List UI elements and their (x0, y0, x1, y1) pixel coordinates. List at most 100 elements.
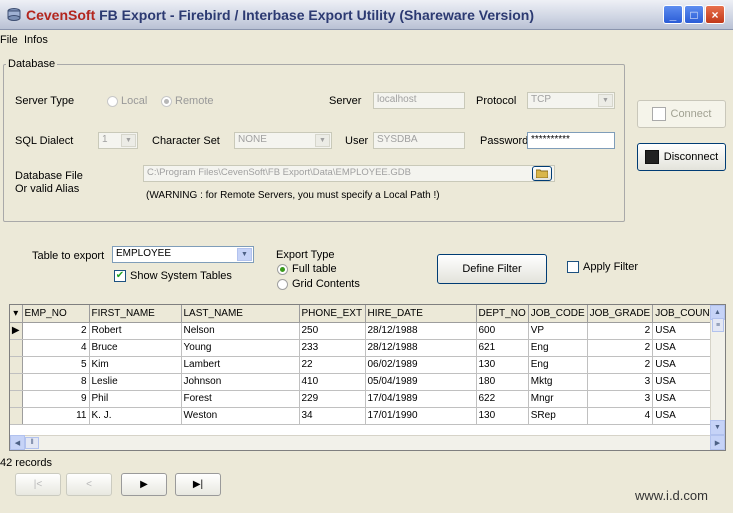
table-cell[interactable]: USA (652, 407, 717, 425)
menu-infos[interactable]: Infos (24, 34, 48, 46)
table-cell[interactable]: 4 (22, 339, 90, 357)
column-menu-icon[interactable]: ▾ (10, 305, 23, 323)
table-row[interactable]: 5 Kim Lambert 22 06/02/1989 130 Eng 2 USA (10, 356, 717, 374)
table-cell[interactable]: USA (652, 390, 717, 408)
table-cell[interactable]: USA (652, 339, 717, 357)
table-cell[interactable]: 8 (22, 373, 90, 391)
charset-select[interactable]: NONE ▼ (234, 132, 332, 149)
row-indicator[interactable] (10, 407, 23, 425)
table-cell[interactable]: 130 (476, 356, 529, 374)
table-row[interactable]: 8 Leslie Johnson 410 05/04/1989 180 Mktg 3 USA (10, 373, 717, 391)
column-header[interactable]: PHONE_EXT (299, 305, 366, 323)
column-header[interactable]: JOB_COUN (652, 305, 717, 323)
apply-filter-checkbox[interactable] (567, 261, 579, 273)
table-row[interactable]: 9 Phil Forest 229 17/04/1989 622 Mngr 3 USA (10, 390, 717, 408)
connect-button[interactable]: Connect (637, 100, 726, 128)
table-cell[interactable]: 9 (22, 390, 90, 408)
row-indicator[interactable]: ▶ (10, 322, 23, 340)
table-cell[interactable]: 229 (299, 390, 366, 408)
table-cell[interactable]: 5 (22, 356, 90, 374)
table-row[interactable]: 11 K. J. Weston 34 17/01/1990 130 SRep 4 USA (10, 407, 717, 425)
table-cell[interactable]: K. J. (89, 407, 182, 425)
horizontal-scrollbar[interactable]: ◀ ⦀ ▶ (10, 435, 725, 450)
table-cell[interactable]: Mngr (528, 390, 588, 408)
table-cell[interactable]: Leslie (89, 373, 182, 391)
table-row[interactable]: 4 Bruce Young 233 28/12/1988 621 Eng 2 USA (10, 339, 717, 357)
local-radio[interactable] (107, 96, 118, 107)
table-cell[interactable]: 2 (587, 322, 654, 340)
table-cell[interactable]: 34 (299, 407, 366, 425)
table-cell[interactable]: 11 (22, 407, 90, 425)
column-header[interactable]: EMP_NO (22, 305, 90, 323)
password-input[interactable]: ********** (527, 132, 615, 149)
minimize-button[interactable]: _ (663, 5, 683, 24)
define-filter-button[interactable]: Define Filter (437, 254, 547, 284)
table-cell[interactable]: Mktg (528, 373, 588, 391)
table-cell[interactable]: Kim (89, 356, 182, 374)
table-cell[interactable]: SRep (528, 407, 588, 425)
table-cell[interactable]: Lambert (181, 356, 300, 374)
row-indicator[interactable] (10, 390, 23, 408)
table-cell[interactable]: USA (652, 373, 717, 391)
next-record-button[interactable]: ▶ (121, 473, 167, 496)
browse-button[interactable] (532, 166, 552, 181)
menu-file[interactable]: File (0, 34, 18, 46)
database-file-input[interactable]: C:\Program Files\CevenSoft\FB Export\Dat… (143, 165, 555, 182)
row-indicator[interactable] (10, 339, 23, 357)
table-cell[interactable]: 3 (587, 373, 654, 391)
sql-dialect-select[interactable]: 1 ▼ (98, 132, 138, 149)
table-cell[interactable]: 600 (476, 322, 529, 340)
table-cell[interactable]: 17/04/1989 (365, 390, 477, 408)
hscroll-thumb[interactable]: ⦀ (25, 437, 39, 449)
chevron-down-icon[interactable]: ▼ (315, 134, 330, 147)
scroll-right-icon[interactable]: ▶ (710, 435, 725, 450)
table-cell[interactable]: 130 (476, 407, 529, 425)
table-cell[interactable]: 180 (476, 373, 529, 391)
vertical-scrollbar[interactable]: ▲ ≡ ▼ (710, 305, 725, 435)
table-cell[interactable]: 2 (22, 322, 90, 340)
disconnect-button[interactable]: Disconnect (637, 143, 726, 171)
table-cell[interactable]: 250 (299, 322, 366, 340)
table-cell[interactable]: Weston (181, 407, 300, 425)
show-system-tables-checkbox[interactable]: ✔ (114, 270, 126, 282)
column-header[interactable]: JOB_CODE (528, 305, 588, 323)
title-bar[interactable]: CevenSoft FB Export - Firebird / Interba… (0, 0, 733, 30)
scroll-left-icon[interactable]: ◀ (10, 435, 25, 450)
chevron-down-icon[interactable]: ▼ (237, 248, 252, 261)
table-cell[interactable]: Bruce (89, 339, 182, 357)
column-header[interactable]: FIRST_NAME (89, 305, 182, 323)
data-grid[interactable]: ▾ EMP_NO FIRST_NAME LAST_NAME PHONE_EXT … (9, 304, 726, 451)
row-indicator[interactable] (10, 356, 23, 374)
full-table-radio[interactable] (277, 264, 288, 275)
previous-record-button[interactable]: < (66, 473, 112, 496)
table-cell[interactable]: Eng (528, 339, 588, 357)
scroll-down-icon[interactable]: ▼ (710, 420, 725, 435)
table-select[interactable]: EMPLOYEE ▼ (112, 246, 254, 263)
table-cell[interactable]: 28/12/1988 (365, 339, 477, 357)
table-cell[interactable]: 22 (299, 356, 366, 374)
table-cell[interactable]: Nelson (181, 322, 300, 340)
table-cell[interactable]: 621 (476, 339, 529, 357)
close-button[interactable]: × (705, 5, 725, 24)
table-cell[interactable]: 06/02/1989 (365, 356, 477, 374)
table-cell[interactable]: 17/01/1990 (365, 407, 477, 425)
table-cell[interactable]: VP (528, 322, 588, 340)
first-record-button[interactable]: |< (15, 473, 61, 496)
table-cell[interactable]: 3 (587, 390, 654, 408)
table-cell[interactable]: 28/12/1988 (365, 322, 477, 340)
remote-radio[interactable] (161, 96, 172, 107)
table-cell[interactable]: Johnson (181, 373, 300, 391)
table-cell[interactable]: 410 (299, 373, 366, 391)
table-cell[interactable]: 2 (587, 356, 654, 374)
table-cell[interactable]: USA (652, 356, 717, 374)
column-header[interactable]: LAST_NAME (181, 305, 300, 323)
column-header[interactable]: DEPT_NO (476, 305, 529, 323)
maximize-button[interactable]: □ (684, 5, 704, 24)
table-cell[interactable]: Robert (89, 322, 182, 340)
scroll-thumb[interactable]: ≡ (712, 318, 724, 332)
table-cell[interactable]: Young (181, 339, 300, 357)
table-row[interactable]: ▶ 2 Robert Nelson 250 28/12/1988 600 VP 2 USA (10, 322, 717, 340)
table-cell[interactable]: 05/04/1989 (365, 373, 477, 391)
chevron-down-icon[interactable]: ▼ (598, 94, 613, 107)
table-cell[interactable]: 2 (587, 339, 654, 357)
